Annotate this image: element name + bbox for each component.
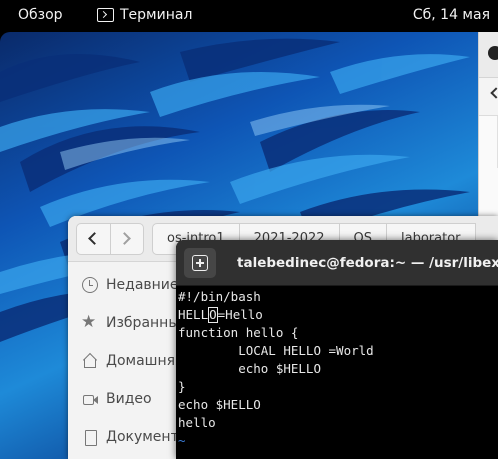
editor-line: #!/bin/bash (178, 289, 261, 304)
activities-button[interactable]: Обзор (18, 7, 63, 23)
terminal-window[interactable]: talebedinec@fedora:~ — /usr/libexec/vi #… (176, 240, 498, 459)
sidebar-item-documents[interactable]: Документы (82, 427, 190, 447)
terminal-title: talebedinec@fedora:~ — /usr/libexec/vi (237, 255, 498, 271)
add-tab-icon (192, 255, 208, 271)
sidebar-item-label: Недавние (106, 277, 179, 293)
editor-line: LOCAL HELLO =World (178, 343, 374, 358)
app-menu-button[interactable]: Терминал (97, 7, 192, 23)
terminal-screen[interactable]: #!/bin/bash HELLO=Hello function hello {… (178, 288, 498, 459)
chevron-left-icon (88, 232, 101, 245)
editor-line: echo $HELLO (178, 361, 321, 376)
forward-button[interactable] (109, 224, 143, 254)
chevron-right-icon (118, 232, 131, 245)
editor-line: hello (178, 415, 216, 430)
empty-line-marker: ~ (178, 433, 186, 448)
editor-line: } (178, 379, 186, 394)
editor-line: HELLO=Hello (178, 306, 498, 324)
terminal-icon (97, 8, 114, 22)
video-icon (82, 391, 98, 407)
sidebar-item-recent[interactable]: Недавние (82, 275, 179, 295)
terminal-header-bar: talebedinec@fedora:~ — /usr/libexec/vi (176, 240, 498, 286)
top-bar: Обзор Терминал Сб, 14 мая (0, 0, 498, 32)
github-icon[interactable] (488, 46, 498, 60)
line-text: HELL (178, 307, 209, 322)
text-cursor: O (208, 307, 218, 323)
new-tab-button[interactable] (184, 248, 216, 278)
back-button[interactable] (77, 224, 110, 254)
sidebar-item-starred[interactable]: Избранные (81, 312, 188, 333)
line-text: =Hello (217, 307, 263, 322)
star-icon (81, 312, 98, 332)
document-icon (82, 429, 98, 446)
sidebar-item-videos[interactable]: Видео (82, 389, 152, 409)
sidebar: Недавние Избранные Домашняя Видео Докуме… (68, 262, 190, 459)
clock[interactable]: Сб, 14 мая (413, 7, 490, 23)
app-menu-label: Терминал (120, 7, 193, 23)
home-icon (82, 353, 98, 369)
editor-line: echo $HELLO (178, 397, 261, 412)
clock-icon (82, 277, 98, 293)
navigation-buttons (76, 223, 144, 255)
sidebar-item-home[interactable]: Домашняя (82, 351, 183, 371)
editor-line: function hello { (178, 325, 299, 340)
sidebar-item-label: Домашняя (106, 353, 184, 369)
sidebar-item-label: Видео (106, 391, 152, 407)
